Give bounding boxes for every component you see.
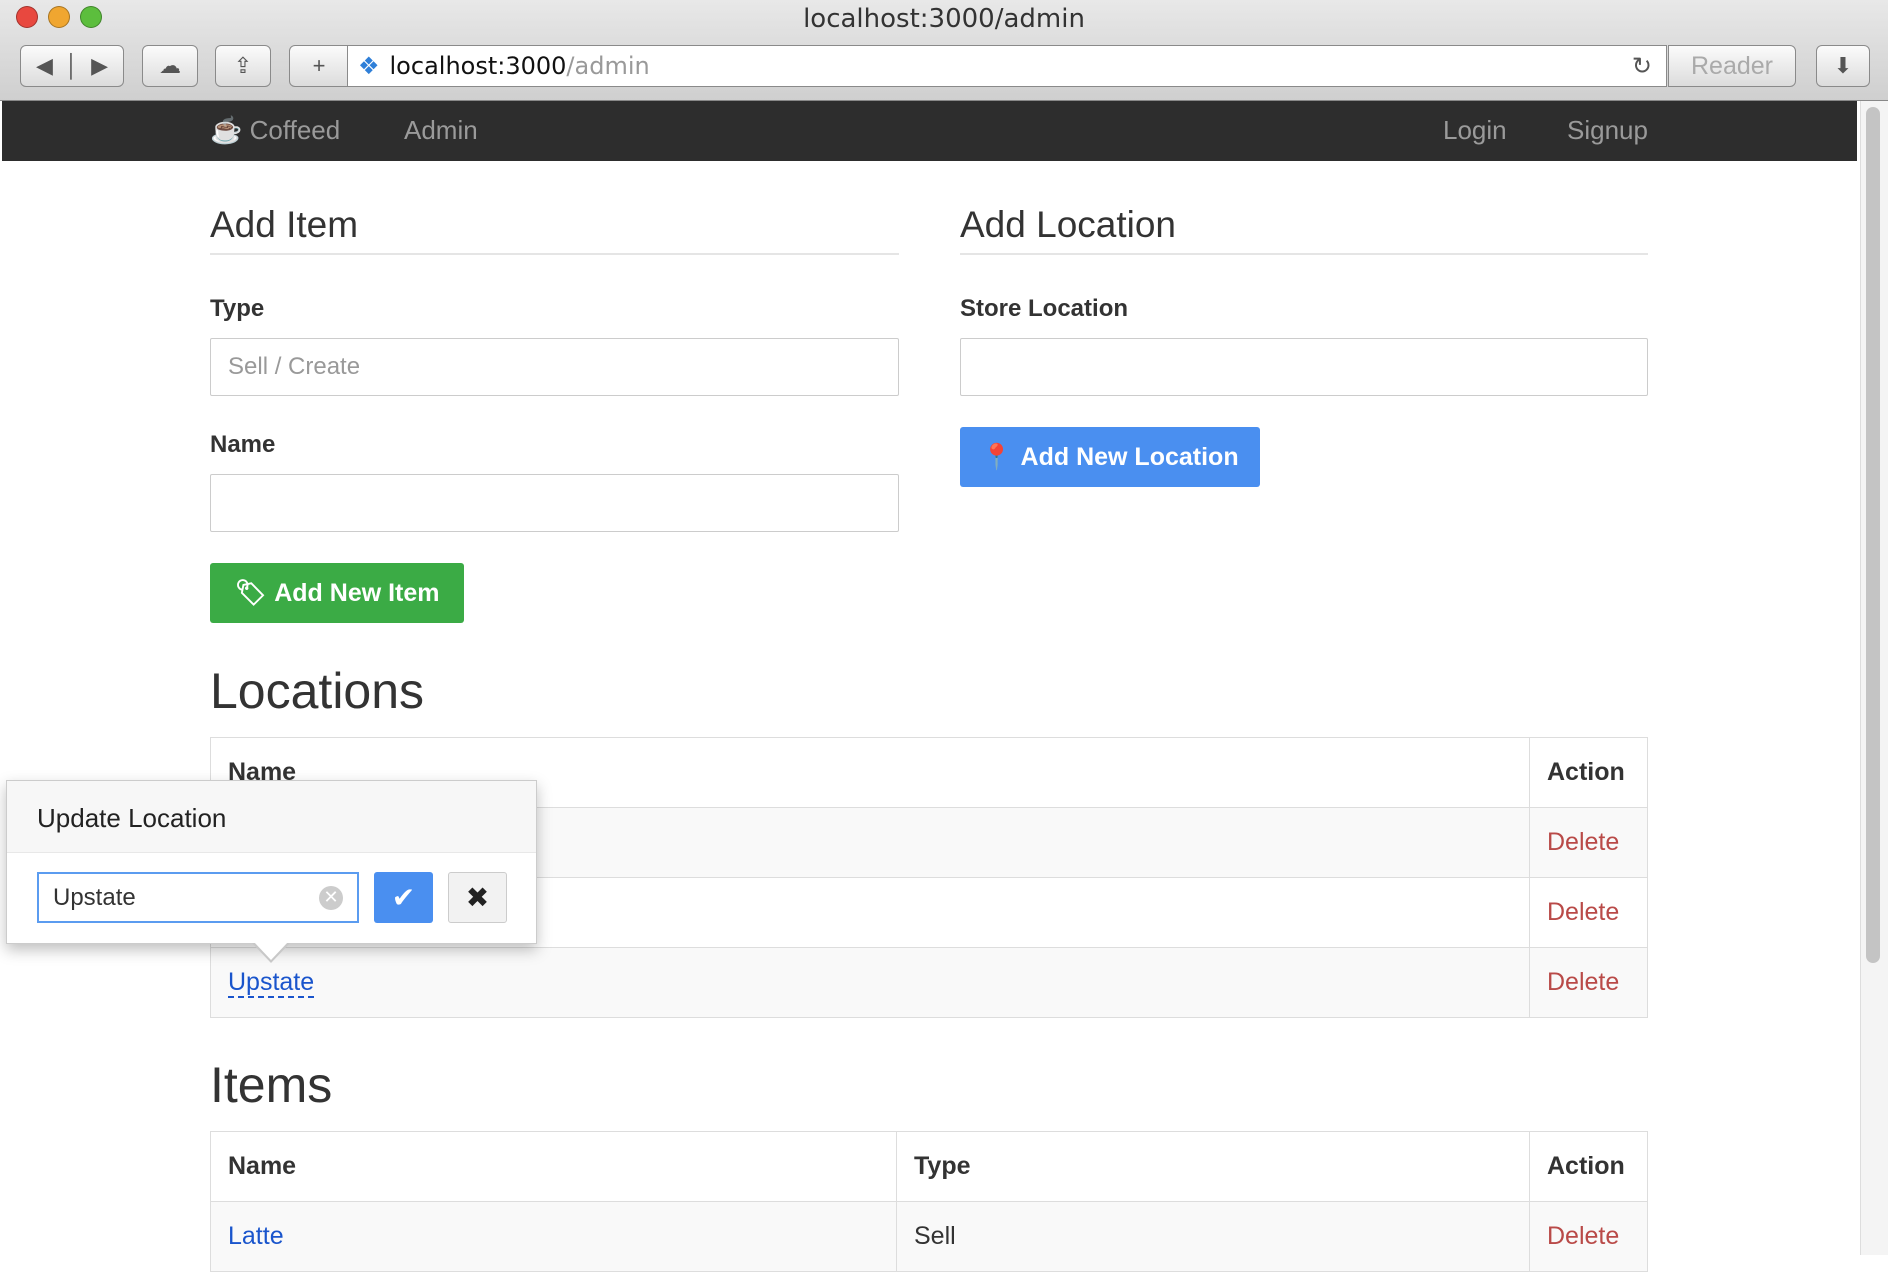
cloud-icon: ☁ xyxy=(159,53,181,78)
name-input[interactable] xyxy=(210,474,899,532)
popover-title: Update Location xyxy=(7,781,536,853)
add-new-item-button[interactable]: 🏷 Add New Item xyxy=(210,563,464,623)
column-header-action: Action xyxy=(1529,1131,1648,1202)
close-icon: ✖ xyxy=(465,882,490,913)
new-tab-button[interactable]: + xyxy=(289,45,349,87)
site-icon: ❖ xyxy=(358,52,380,80)
reload-icon[interactable]: ↻ xyxy=(1632,52,1652,80)
column-header-type: Type xyxy=(896,1131,1530,1202)
divider xyxy=(210,253,899,255)
store-location-input[interactable] xyxy=(960,338,1648,396)
table-row: Latte Sell Delete xyxy=(210,1201,1648,1272)
confirm-button[interactable]: ✔ xyxy=(374,872,433,923)
plus-icon: + xyxy=(312,53,326,78)
icloud-button[interactable]: ☁ xyxy=(142,45,198,87)
window-title: localhost:3000/admin xyxy=(803,4,1085,34)
type-placeholder: Sell / Create xyxy=(228,353,361,380)
item-type: Sell xyxy=(896,1201,1530,1272)
brand-link[interactable]: ☕ Coffeed xyxy=(210,115,340,146)
store-location-label: Store Location xyxy=(960,295,1129,322)
browser-chrome: localhost:3000/admin ◀ │ ▶ ☁ ⇪ + ❖ local… xyxy=(0,0,1888,101)
back-icon[interactable]: ◀ xyxy=(36,53,53,79)
location-name-editable[interactable]: Upstate xyxy=(228,968,315,998)
address-bar[interactable]: ❖ localhost:3000/admin ↻ xyxy=(347,45,1667,87)
column-header-name: Name xyxy=(210,1131,897,1202)
coffee-cup-icon: ☕ xyxy=(210,115,243,145)
checkmark-icon: ✔ xyxy=(391,882,416,913)
name-label: Name xyxy=(210,431,276,458)
divider xyxy=(960,253,1648,255)
add-location-heading: Add Location xyxy=(960,204,1177,245)
scrollbar[interactable] xyxy=(1860,101,1888,1255)
add-item-heading: Add Item xyxy=(210,204,359,245)
download-icon: ⬇ xyxy=(1833,53,1853,78)
location-edit-input[interactable]: Upstate ✕ xyxy=(37,872,359,923)
tag-icon: 🏷 xyxy=(234,578,267,607)
share-icon: ⇪ xyxy=(233,53,253,78)
nav-signup[interactable]: Signup xyxy=(1567,115,1648,146)
back-forward-buttons[interactable]: ◀ │ ▶ xyxy=(20,45,124,87)
location-edit-value: Upstate xyxy=(53,883,136,911)
item-name[interactable]: Latte xyxy=(210,1201,897,1272)
items-heading: Items xyxy=(210,1057,333,1113)
map-marker-icon: 📍 xyxy=(981,442,1013,471)
share-button[interactable]: ⇪ xyxy=(215,45,271,87)
locations-heading: Locations xyxy=(210,663,425,719)
brand-label: Coffeed xyxy=(249,115,341,145)
nav-login[interactable]: Login xyxy=(1443,115,1507,146)
nav-admin[interactable]: Admin xyxy=(404,115,478,146)
clear-input-icon[interactable]: ✕ xyxy=(319,885,343,910)
url-host: localhost:3000 xyxy=(389,52,567,80)
cancel-button[interactable]: ✖ xyxy=(448,872,507,923)
column-header-action: Action xyxy=(1529,737,1648,808)
delete-link[interactable]: Delete xyxy=(1529,947,1648,1018)
update-location-popover: Update Location Upstate ✕ ✔ ✖ xyxy=(6,780,537,944)
table-row: Upstate Delete xyxy=(210,947,1648,1018)
add-new-location-button[interactable]: 📍 Add New Location xyxy=(960,427,1260,487)
items-table: Name Type Action Latte Sell Delete xyxy=(210,1131,1648,1272)
reader-button[interactable]: Reader xyxy=(1668,45,1796,87)
delete-link[interactable]: Delete xyxy=(1529,1201,1648,1272)
delete-link[interactable]: Delete xyxy=(1529,877,1648,948)
forward-icon[interactable]: ▶ xyxy=(91,53,108,79)
downloads-button[interactable]: ⬇ xyxy=(1816,45,1870,87)
popover-arrow-fill xyxy=(254,942,288,960)
type-input[interactable]: Sell / Create xyxy=(210,338,899,396)
type-label: Type xyxy=(210,295,265,322)
add-item-label: Add New Item xyxy=(274,578,440,607)
url-path: /admin xyxy=(566,52,650,80)
add-location-label: Add New Location xyxy=(1020,442,1239,471)
delete-link[interactable]: Delete xyxy=(1529,807,1648,878)
scrollbar-thumb[interactable] xyxy=(1866,107,1880,963)
